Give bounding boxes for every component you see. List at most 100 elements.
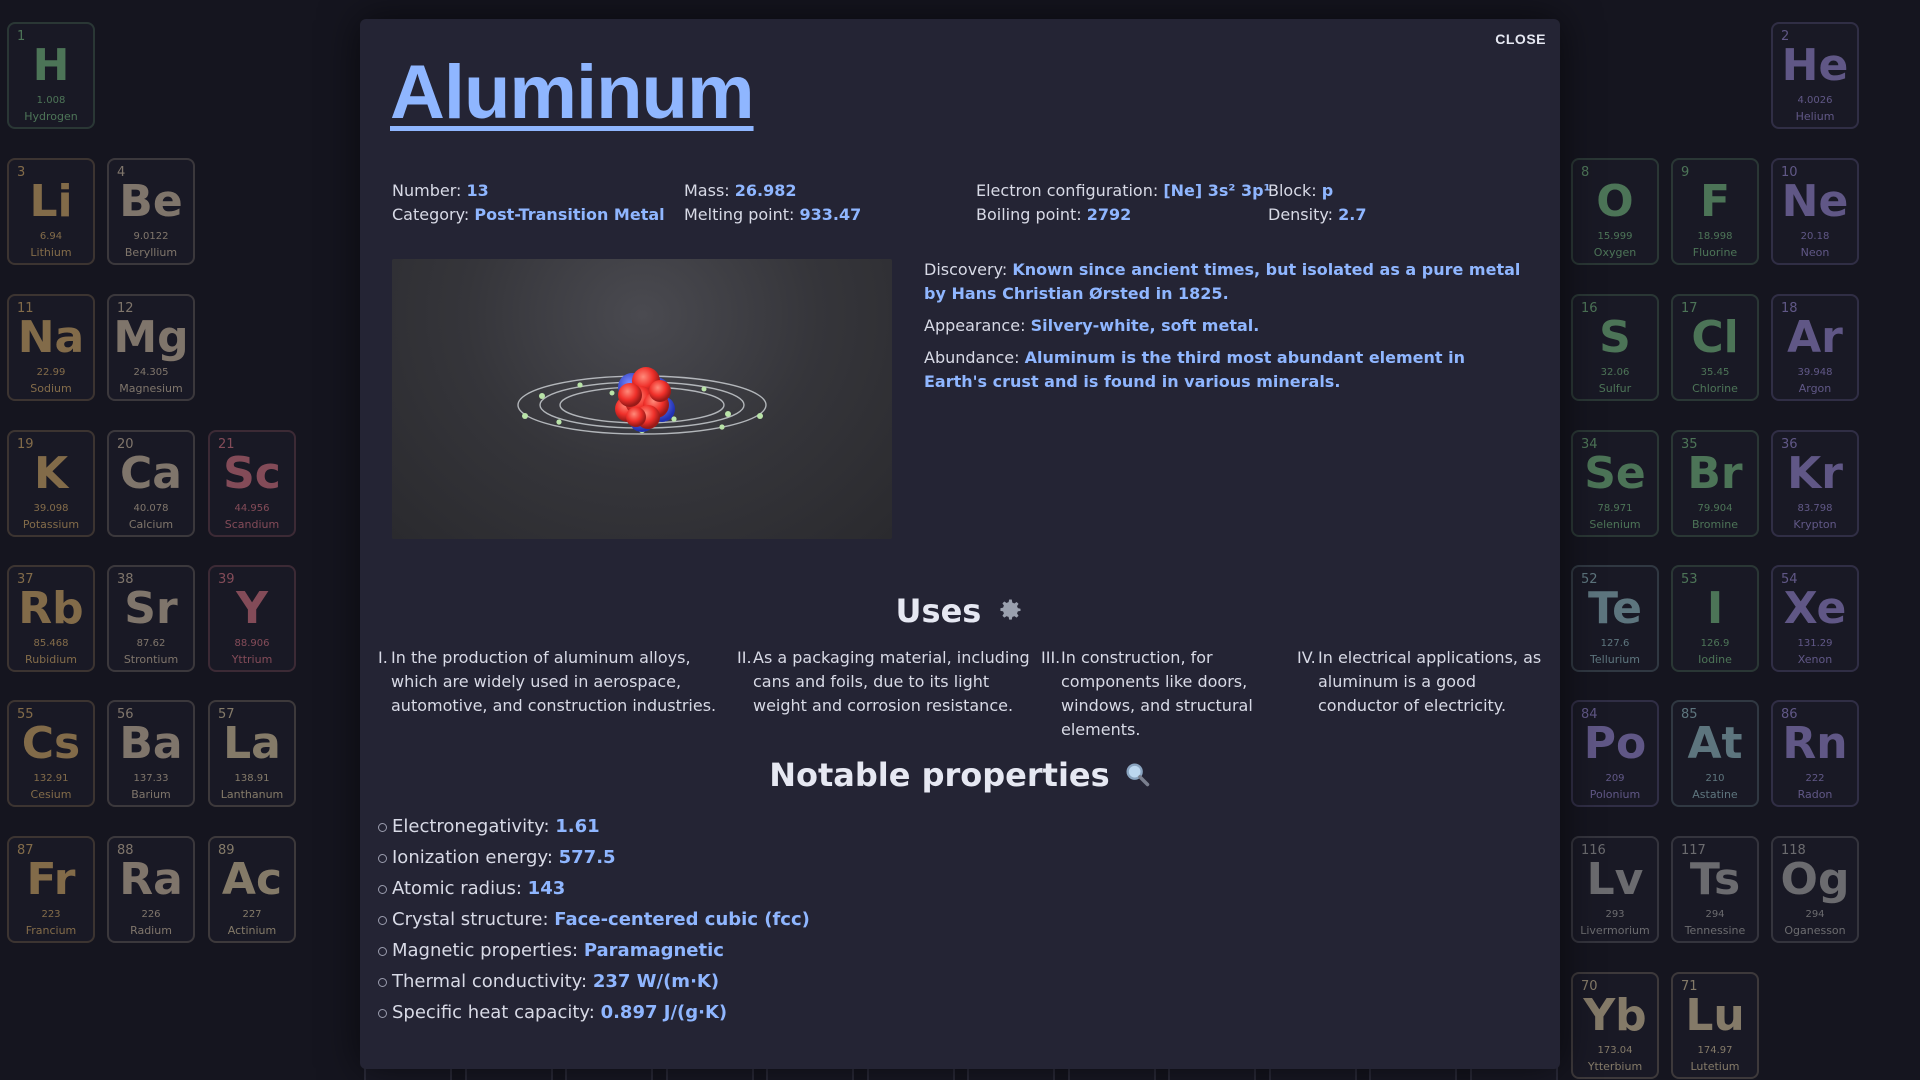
atom-model-viewer[interactable] xyxy=(392,259,892,539)
property-value: Face-centered cubic (fcc) xyxy=(554,909,810,930)
tile-symbol: S xyxy=(1599,312,1631,363)
element-tile[interactable]: 86 Rn 222 Radon xyxy=(1771,700,1859,807)
tile-name: Polonium xyxy=(1589,788,1641,801)
element-tile[interactable]: 12 Mg 24.305 Magnesium xyxy=(107,294,195,401)
tile-mass: 222 xyxy=(1805,773,1825,784)
tile-name: Francium xyxy=(25,924,77,937)
element-tile[interactable]: 20 Ca 40.078 Calcium xyxy=(107,430,195,537)
element-tile[interactable]: 118 Og 294 Oganesson xyxy=(1771,836,1859,943)
element-tile[interactable]: 9 F 18.998 Fluorine xyxy=(1671,158,1759,265)
tile-name: Oxygen xyxy=(1593,246,1637,259)
property-item: Ionization energy: 577.5 xyxy=(378,842,810,873)
tile-symbol: He xyxy=(1781,40,1849,91)
tile-symbol: Na xyxy=(17,312,85,363)
use-numeral: II. xyxy=(737,648,752,667)
element-tile[interactable]: 8 O 15.999 Oxygen xyxy=(1571,158,1659,265)
property-label: Magnetic properties: xyxy=(392,940,579,961)
tile-name: Tellurium xyxy=(1590,653,1640,666)
tile-mass: 24.305 xyxy=(133,367,169,378)
tile-name: Selenium xyxy=(1589,518,1641,531)
element-tile[interactable]: 16 S 32.06 Sulfur xyxy=(1571,294,1659,401)
element-tile[interactable]: 53 I 126.9 Iodine xyxy=(1671,565,1759,672)
tile-symbol: Li xyxy=(29,176,73,227)
tile-symbol: At xyxy=(1687,718,1743,769)
element-tile[interactable]: 38 Sr 87.62 Strontium xyxy=(107,565,195,672)
element-tile[interactable]: 34 Se 78.971 Selenium xyxy=(1571,430,1659,537)
tile-name: Argon xyxy=(1798,382,1832,395)
tile-mass: 138.91 xyxy=(234,773,270,784)
tile-name: Sulfur xyxy=(1598,382,1632,395)
element-tile[interactable]: 10 Ne 20.18 Neon xyxy=(1771,158,1859,265)
close-button[interactable]: CLOSE xyxy=(1495,31,1546,47)
element-tile[interactable]: 36 Kr 83.798 Krypton xyxy=(1771,430,1859,537)
tile-symbol: Ar xyxy=(1787,312,1843,363)
element-tile[interactable]: 17 Cl 35.45 Chlorine xyxy=(1671,294,1759,401)
property-item: Electronegativity: 1.61 xyxy=(378,811,810,842)
property-label: Atomic radius: xyxy=(392,878,522,899)
element-tile[interactable]: 19 K 39.098 Potassium xyxy=(7,430,95,537)
element-tile[interactable]: 37 Rb 85.468 Rubidium xyxy=(7,565,95,672)
tile-symbol: Se xyxy=(1584,448,1646,499)
element-tile[interactable]: 56 Ba 137.33 Barium xyxy=(107,700,195,807)
tile-symbol: Ra xyxy=(119,854,183,905)
element-tile[interactable]: 54 Xe 131.29 Xenon xyxy=(1771,565,1859,672)
tile-mass: 226 xyxy=(141,909,161,920)
tile-mass: 32.06 xyxy=(1600,367,1630,378)
tile-name: Livermorium xyxy=(1580,924,1650,937)
element-tile[interactable]: 39 Y 88.906 Yttrium xyxy=(208,565,296,672)
property-value: 143 xyxy=(527,878,566,899)
tile-mass: 79.904 xyxy=(1697,503,1733,514)
tile-symbol: Po xyxy=(1583,718,1647,769)
tile-mass: 22.99 xyxy=(36,367,66,378)
tile-mass: 1.008 xyxy=(36,95,66,106)
appearance-label: Appearance: xyxy=(924,316,1026,335)
tile-mass: 126.9 xyxy=(1700,638,1730,649)
element-tile[interactable]: 117 Ts 294 Tennessine xyxy=(1671,836,1759,943)
tile-name: Strontium xyxy=(123,653,179,666)
element-tile[interactable]: 21 Sc 44.956 Scandium xyxy=(208,430,296,537)
tile-name: Xenon xyxy=(1797,653,1833,666)
element-tile[interactable]: 4 Be 9.0122 Beryllium xyxy=(107,158,195,265)
property-value: 577.5 xyxy=(558,847,616,868)
boiling-label: Boiling point: xyxy=(976,205,1082,224)
element-tile[interactable]: 87 Fr 223 Francium xyxy=(7,836,95,943)
element-tile[interactable]: 57 La 138.91 Lanthanum xyxy=(208,700,296,807)
tile-mass: 293 xyxy=(1605,909,1625,920)
property-label: Specific heat capacity: xyxy=(392,1002,595,1023)
tile-mass: 132.91 xyxy=(33,773,69,784)
element-tile[interactable]: 71 Lu 174.97 Lutetium xyxy=(1671,972,1759,1079)
element-tile[interactable]: 11 Na 22.99 Sodium xyxy=(7,294,95,401)
tile-name: Neon xyxy=(1800,246,1830,259)
element-tile[interactable]: 1 H 1.008 Hydrogen xyxy=(7,22,95,129)
element-tile[interactable]: 18 Ar 39.948 Argon xyxy=(1771,294,1859,401)
element-tile[interactable]: 116 Lv 293 Livermorium xyxy=(1571,836,1659,943)
properties-list: Electronegativity: 1.61 Ionization energ… xyxy=(378,811,810,1028)
element-tile[interactable]: 85 At 210 Astatine xyxy=(1671,700,1759,807)
config-label: Electron configuration: xyxy=(976,181,1159,200)
element-detail-modal: CLOSE Aluminum Number: 13 Category: Post… xyxy=(360,19,1560,1069)
tile-symbol: Yb xyxy=(1583,990,1647,1041)
tile-symbol: Mg xyxy=(113,312,189,363)
tile-name: Tennessine xyxy=(1684,924,1746,937)
uses-heading: Uses xyxy=(360,592,1560,632)
number-label: Number: xyxy=(392,181,462,200)
block-label: Block: xyxy=(1268,181,1317,200)
config-value: [Ne] 3s² 3p¹ xyxy=(1163,181,1271,200)
tile-symbol: Ba xyxy=(119,718,183,769)
tile-mass: 223 xyxy=(41,909,61,920)
tile-name: Bromine xyxy=(1691,518,1739,531)
element-tile[interactable]: 52 Te 127.6 Tellurium xyxy=(1571,565,1659,672)
element-tile[interactable]: 2 He 4.0026 Helium xyxy=(1771,22,1859,129)
tile-mass: 294 xyxy=(1805,909,1825,920)
element-tile[interactable]: 89 Ac 227 Actinium xyxy=(208,836,296,943)
property-label: Crystal structure: xyxy=(392,909,549,930)
element-tile[interactable]: 70 Yb 173.04 Ytterbium xyxy=(1571,972,1659,1079)
element-tile[interactable]: 3 Li 6.94 Lithium xyxy=(7,158,95,265)
tile-symbol: Lv xyxy=(1586,854,1644,905)
element-tile[interactable]: 55 Cs 132.91 Cesium xyxy=(7,700,95,807)
element-tile[interactable]: 88 Ra 226 Radium xyxy=(107,836,195,943)
tile-mass: 18.998 xyxy=(1697,231,1733,242)
element-tile[interactable]: 35 Br 79.904 Bromine xyxy=(1671,430,1759,537)
tile-mass: 78.971 xyxy=(1597,503,1633,514)
element-tile[interactable]: 84 Po 209 Polonium xyxy=(1571,700,1659,807)
